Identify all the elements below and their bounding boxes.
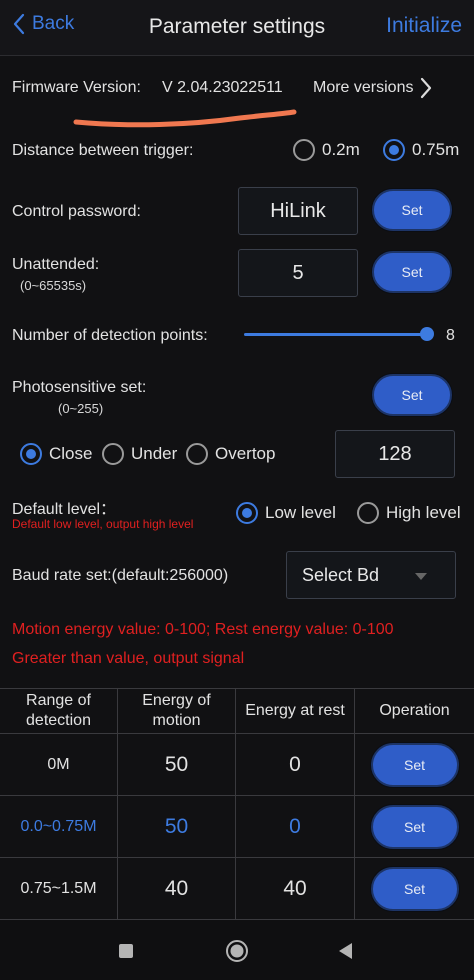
column-header-rest: Energy at rest (236, 689, 355, 733)
radio-unchecked-icon (186, 443, 208, 465)
photosensitive-range: (0~255) (58, 401, 104, 416)
default-level-label: Default level： (12, 501, 117, 518)
row-set-button[interactable]: Set (370, 804, 459, 849)
unattended-range: (0~65535s) (20, 278, 87, 293)
rest-energy-cell: 0 (236, 796, 355, 857)
column-header-operation: Operation (379, 702, 450, 719)
detection-points-slider[interactable] (244, 333, 428, 336)
default-level-option-label: High level (386, 503, 461, 522)
photosensitive-option-overtop[interactable]: Overtop (186, 443, 275, 465)
photosensitive-option-under[interactable]: Under (102, 443, 177, 465)
column-header-range: Range of detection (0, 689, 118, 733)
motion-energy-cell: 40 (118, 858, 236, 919)
dropdown-arrow-icon (415, 573, 427, 580)
control-password-label: Control password: (12, 203, 141, 220)
radio-checked-icon (20, 443, 42, 465)
initialize-button[interactable]: Initialize (386, 14, 462, 38)
recents-button-icon[interactable] (119, 944, 133, 958)
detection-points-value: 8 (446, 327, 455, 344)
unattended-set-button[interactable]: Set (372, 251, 452, 293)
detection-points-slider-handle[interactable] (420, 327, 434, 341)
rest-energy-cell: 0 (236, 734, 355, 795)
photosensitive-set-button[interactable]: Set (372, 374, 452, 416)
range-cell: 0M (0, 734, 118, 795)
unattended-input[interactable]: 5 (238, 249, 358, 297)
detection-points-label: Number of detection points: (12, 327, 208, 344)
operation-cell: Set (355, 734, 474, 795)
more-versions-label: More versions (313, 79, 414, 96)
trigger-option-label: 0.2m (322, 140, 360, 159)
trigger-option-0-2m[interactable]: 0.2m (293, 139, 360, 161)
default-level-note: Default low level, output high level (12, 517, 194, 531)
trigger-distance-label: Distance between trigger: (12, 142, 194, 159)
radio-unchecked-icon (357, 502, 379, 524)
baud-rate-label: Baud rate set:(default:256000) (12, 567, 229, 584)
radio-unchecked-icon (102, 443, 124, 465)
app-header: Back Parameter settings Initialize (0, 0, 474, 56)
operation-cell: Set (355, 858, 474, 919)
table-row: 0.75~1.5M 40 40 Set (0, 858, 474, 920)
column-header-motion: Energy of motion (118, 689, 236, 733)
row-set-button[interactable]: Set (370, 866, 459, 911)
motion-energy-cell: 50 (118, 796, 236, 857)
baud-rate-select-label: Select Bd (302, 564, 380, 585)
annotation-underline (73, 109, 297, 128)
home-button-icon[interactable] (225, 939, 249, 963)
default-level-option-low[interactable]: Low level (236, 502, 336, 524)
output-signal-note: Greater than value, output signal (12, 650, 245, 667)
photosensitive-option-label: Close (49, 444, 93, 463)
firmware-version: V 2.04.23022511 (162, 79, 283, 96)
table-row: 0.0~0.75M 50 0 Set (0, 796, 474, 858)
control-password-set-button[interactable]: Set (372, 189, 452, 231)
table-row: 0M 50 0 Set (0, 734, 474, 796)
range-cell: 0.75~1.5M (0, 858, 118, 919)
chevron-right-icon (421, 77, 432, 99)
operation-cell: Set (355, 796, 474, 857)
default-level-option-high[interactable]: High level (357, 502, 461, 524)
range-cell: 0.0~0.75M (0, 796, 118, 857)
rest-energy-cell: 40 (236, 858, 355, 919)
energy-range-note: Motion energy value: 0-100; Rest energy … (12, 621, 394, 638)
system-nav-bar (0, 920, 474, 980)
trigger-option-0-75m[interactable]: 0.75m (383, 139, 459, 161)
back-triangle-icon[interactable] (339, 943, 353, 959)
default-level-option-label: Low level (265, 503, 336, 522)
motion-energy-cell: 50 (118, 734, 236, 795)
trigger-option-label: 0.75m (412, 140, 460, 159)
radio-unchecked-icon (293, 139, 315, 161)
photosensitive-input[interactable]: 128 (335, 430, 455, 478)
control-password-input[interactable]: HiLink (238, 187, 358, 235)
more-versions-link[interactable]: More versions (313, 77, 433, 99)
radio-checked-icon (236, 502, 258, 524)
firmware-label: Firmware Version: (12, 79, 141, 96)
unattended-label: Unattended: (12, 256, 100, 273)
table-header-row: Range of detection Energy of motion Ener… (0, 689, 474, 734)
photosensitive-option-label: Under (131, 444, 178, 463)
detection-table: Range of detection Energy of motion Ener… (0, 688, 474, 940)
photosensitive-option-label: Overtop (215, 444, 276, 463)
photosensitive-option-close[interactable]: Close (20, 443, 92, 465)
radio-checked-icon (383, 139, 405, 161)
row-set-button[interactable]: Set (370, 742, 459, 787)
photosensitive-label: Photosensitive set: (12, 379, 147, 396)
baud-rate-select[interactable]: Select Bd (286, 551, 456, 599)
